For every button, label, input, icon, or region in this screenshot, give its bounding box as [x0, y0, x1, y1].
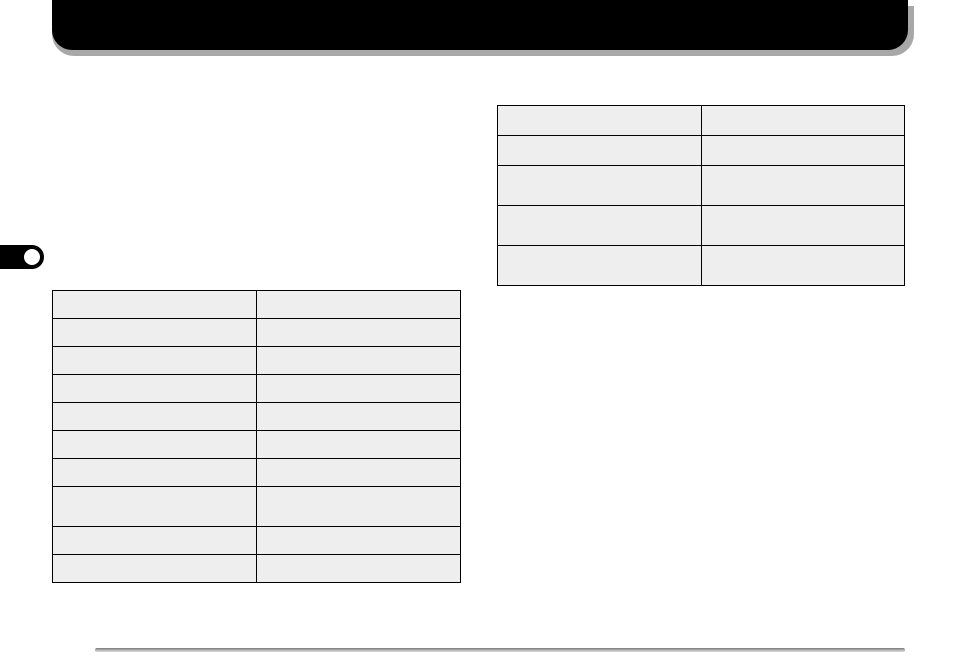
- table-row: [498, 136, 905, 166]
- cell: [702, 246, 905, 286]
- table-row: [53, 403, 461, 431]
- cell: [53, 347, 257, 375]
- banner-container: [52, 0, 914, 58]
- cell: [53, 291, 257, 319]
- cell: [257, 527, 461, 555]
- cell: [498, 136, 702, 166]
- cell: [702, 206, 905, 246]
- cell: [257, 459, 461, 487]
- cell: [257, 375, 461, 403]
- cell: [498, 106, 702, 136]
- cell: [53, 555, 257, 583]
- table-row: [498, 166, 905, 206]
- cell: [53, 403, 257, 431]
- cell: [257, 487, 461, 527]
- cell: [498, 246, 702, 286]
- table-row: [53, 375, 461, 403]
- table-row: [498, 106, 905, 136]
- table-row: [53, 555, 461, 583]
- cell: [257, 319, 461, 347]
- table-row: [53, 319, 461, 347]
- table-row: [498, 206, 905, 246]
- table-row: [53, 347, 461, 375]
- table-row: [53, 459, 461, 487]
- cell: [257, 347, 461, 375]
- cell: [257, 555, 461, 583]
- cell: [702, 106, 905, 136]
- table-right: [497, 105, 905, 286]
- table-row: [53, 431, 461, 459]
- separator: [95, 648, 905, 652]
- table-row: [53, 291, 461, 319]
- cell: [257, 403, 461, 431]
- circle-icon: [24, 249, 40, 265]
- cell: [702, 166, 905, 206]
- cell: [53, 431, 257, 459]
- cell: [53, 527, 257, 555]
- page: [0, 0, 954, 672]
- table-left: [52, 290, 461, 583]
- cell: [257, 291, 461, 319]
- table-row: [498, 246, 905, 286]
- cell: [53, 487, 257, 527]
- cell: [257, 431, 461, 459]
- cell: [53, 459, 257, 487]
- banner: [52, 0, 908, 50]
- cell: [498, 166, 702, 206]
- side-tab: [0, 245, 44, 269]
- table-row: [53, 527, 461, 555]
- cell: [702, 136, 905, 166]
- cell: [53, 319, 257, 347]
- cell: [53, 375, 257, 403]
- cell: [498, 206, 702, 246]
- table-row: [53, 487, 461, 527]
